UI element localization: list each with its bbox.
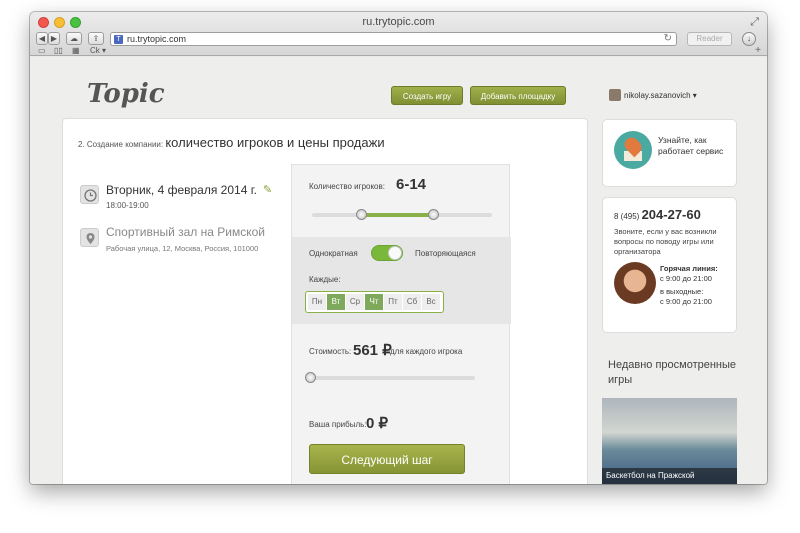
clock-icon: [80, 185, 99, 204]
weekday-button[interactable]: Вт: [327, 294, 346, 310]
hotline-hours: с 9:00 до 21:00: [660, 274, 712, 283]
page-content: Topic Создать игру Добавить площадку nik…: [30, 57, 767, 484]
weekday-button[interactable]: Чт: [365, 294, 384, 310]
weekday-button[interactable]: Сб: [403, 294, 422, 310]
venue-name: Спортивный зал на Римской: [106, 225, 265, 239]
edit-pencil-icon[interactable]: ✎: [263, 183, 272, 196]
fullscreen-icon[interactable]: ⤢: [750, 16, 759, 29]
icloud-icon[interactable]: ☁: [66, 32, 82, 45]
phone-prefix: 8 (495): [614, 212, 642, 221]
user-menu[interactable]: nikolay.sazanovich ▾: [609, 89, 697, 101]
step-title: количество игроков и цены продажи: [165, 135, 385, 150]
sidebar-icon[interactable]: ▭: [38, 46, 46, 55]
every-label: Каждые:: [309, 275, 341, 284]
avatar: [609, 89, 621, 101]
back-button[interactable]: ◀: [36, 32, 48, 45]
weekday-button[interactable]: Пт: [384, 294, 403, 310]
venue-address: Рабочая улица, 12, Москва, Россия, 10100…: [106, 244, 259, 253]
main-card: 2. Создание компании: количество игроков…: [62, 118, 588, 484]
weekend-hours: с 9:00 до 21:00: [660, 297, 712, 306]
players-label: Количество игроков:: [309, 182, 385, 191]
recent-games-title: Недавно просмотренные игры: [608, 359, 737, 386]
phone-description: Звоните, если у вас возникли вопросы по …: [614, 227, 717, 256]
hotline-label: Горячая линия:: [660, 264, 718, 273]
top-sites-grid-icon[interactable]: ▦: [72, 46, 80, 55]
browser-window: ru.trytopic.com ⤢ ◀ ▶ ☁ ⇪ T ru.trytopic.…: [30, 12, 767, 484]
price-slider[interactable]: [309, 376, 475, 380]
help-card[interactable]: Узнайте, как работает сервис: [602, 119, 737, 187]
price-label: Стоимость:: [309, 347, 352, 356]
players-range-slider[interactable]: [312, 213, 492, 217]
site-favicon-icon: T: [114, 35, 123, 44]
weekday-button[interactable]: Пн: [308, 294, 327, 310]
weekday-button[interactable]: Вс: [422, 294, 441, 310]
price-value: 561 ₽: [353, 342, 392, 359]
weekday-selector: Пн Вт Ср Чт Пт Сб Вс: [305, 291, 444, 313]
recent-game-card[interactable]: Баскетбол на Пражской: [602, 398, 737, 484]
location-pin-icon: [80, 228, 99, 247]
players-min-handle[interactable]: [356, 209, 368, 220]
repeat-label[interactable]: Повторяющаяся: [415, 249, 476, 258]
address-bar[interactable]: T ru.trytopic.com ↻: [110, 32, 677, 46]
create-game-button[interactable]: Создать игру: [391, 86, 463, 105]
bookmarks-book-icon[interactable]: ▯▯: [54, 46, 63, 55]
settings-panel: Количество игроков: 6-14 Однократная Пов…: [291, 164, 511, 484]
reader-button[interactable]: Reader: [687, 32, 732, 46]
step-prefix: 2. Создание компании:: [78, 140, 166, 149]
reload-icon[interactable]: ↻: [664, 33, 672, 44]
title-bar: ru.trytopic.com ⤢ ◀ ▶ ☁ ⇪ T ru.trytopic.…: [30, 12, 767, 56]
new-tab-icon[interactable]: +: [755, 45, 761, 56]
map-pin-icon: [614, 131, 652, 169]
phone-number: 8 (495) 204-27-60: [614, 207, 701, 222]
downloads-icon[interactable]: ↓: [742, 32, 756, 46]
profit-value: 0 ₽: [366, 415, 389, 432]
weekend-label: в выходные:: [660, 287, 704, 296]
address-url[interactable]: ru.trytopic.com: [127, 34, 186, 44]
support-hours: Горячая линия: с 9:00 до 21:00 в выходны…: [660, 264, 718, 307]
contact-card: 8 (495) 204-27-60 Звоните, если у вас во…: [602, 197, 737, 333]
phone-digits: 204-27-60: [641, 207, 701, 222]
username: nikolay.sazanovich ▾: [624, 90, 697, 100]
forward-button[interactable]: ▶: [48, 32, 60, 45]
players-value: 6-14: [396, 176, 427, 193]
step-heading: 2. Создание компании: количество игроков…: [78, 135, 385, 150]
recent-game-caption[interactable]: Баскетбол на Пражской: [602, 468, 737, 484]
site-logo[interactable]: Topic: [87, 79, 165, 109]
event-time: 18:00-19:00: [106, 201, 149, 210]
toggle-knob[interactable]: [388, 246, 402, 260]
price-suffix: для каждого игрока: [390, 347, 463, 356]
next-step-button[interactable]: Следующий шаг: [309, 444, 465, 474]
players-max-handle[interactable]: [428, 209, 440, 220]
add-venue-button[interactable]: Добавить площадку: [470, 86, 566, 105]
players-range-fill: [362, 213, 435, 217]
support-agent-photo: [614, 262, 656, 304]
window-title: ru.trytopic.com: [362, 16, 435, 28]
weekday-button[interactable]: Ср: [346, 294, 365, 310]
price-slider-handle[interactable]: [305, 372, 316, 383]
help-text[interactable]: Узнайте, как работает сервис: [658, 135, 736, 157]
bookmark-item[interactable]: Ck ▾: [90, 46, 106, 55]
profit-label: Ваша прибыль:: [309, 420, 367, 429]
once-label[interactable]: Однократная: [309, 249, 358, 258]
event-date: Вторник, 4 февраля 2014 г.: [106, 183, 257, 197]
repeat-toggle[interactable]: [371, 245, 403, 261]
share-icon[interactable]: ⇪: [88, 32, 104, 45]
